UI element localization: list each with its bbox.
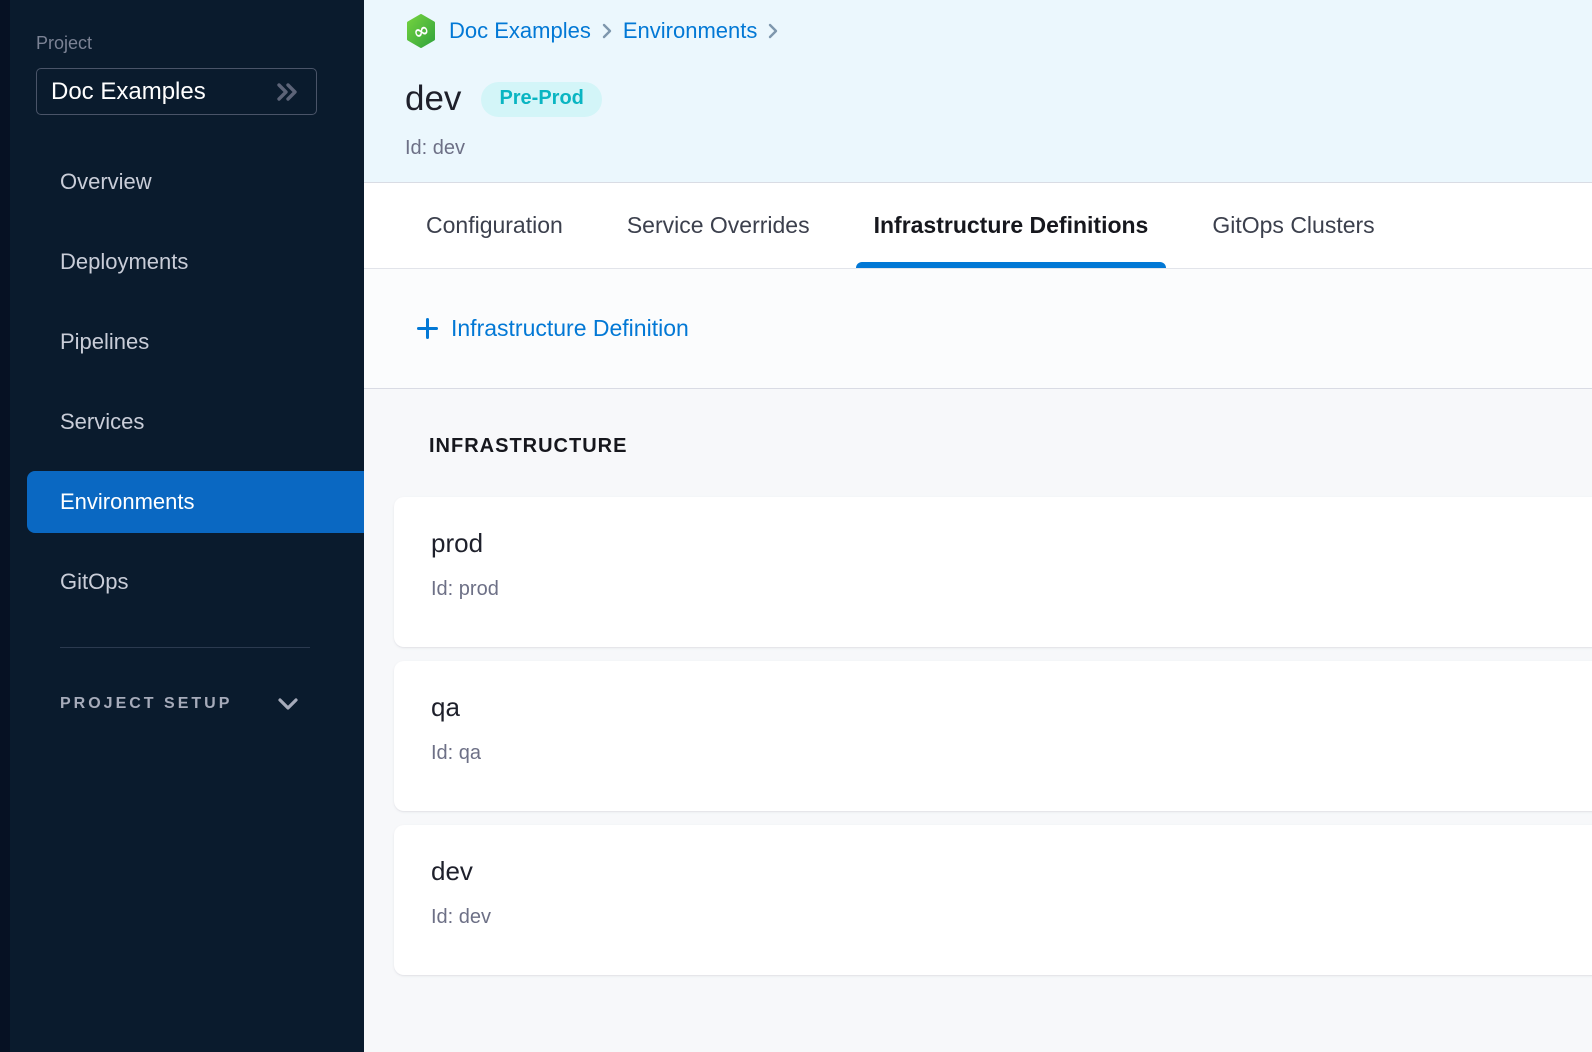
project-label: Project [36,33,364,54]
sidebar-item-gitops[interactable]: GitOps [0,551,364,613]
sidebar-item-environments[interactable]: Environments [27,471,364,533]
infra-card-id: Id: prod [431,578,1592,601]
add-button-label: Infrastructure Definition [451,315,689,342]
sidebar-nav: Overview Deployments Pipelines Services … [0,151,364,613]
project-setup-label: PROJECT SETUP [60,695,232,713]
sidebar-item-pipelines[interactable]: Pipelines [0,311,364,373]
infra-card-dev[interactable]: dev Id: dev [394,825,1592,975]
infrastructure-column-header: INFRASTRUCTURE [429,435,1592,458]
tab-configuration[interactable]: Configuration [408,183,581,268]
add-infrastructure-definition-button[interactable]: Infrastructure Definition [415,315,689,342]
page-header: ∞ Doc Examples Environments dev Pre-Prod… [364,0,1592,183]
env-id: Id: dev [405,137,1592,160]
sidebar: Project Doc Examples Overview Deployment… [0,0,364,1052]
tab-infrastructure-definitions[interactable]: Infrastructure Definitions [856,183,1167,268]
breadcrumb: ∞ Doc Examples Environments [405,14,1592,48]
chevron-down-icon [276,696,300,712]
infra-card-title: prod [431,528,1592,559]
sidebar-item-overview[interactable]: Overview [0,151,364,213]
infra-card-prod[interactable]: prod Id: prod [394,497,1592,647]
breadcrumb-link-environments[interactable]: Environments [623,18,758,44]
infra-card-id: Id: dev [431,906,1592,929]
chevron-double-right-icon[interactable] [275,81,301,103]
chevron-right-icon [601,22,613,40]
infrastructure-cards: prod Id: prod qa Id: qa dev Id: dev [394,497,1592,975]
infrastructure-list: INFRASTRUCTURE prod Id: prod qa Id: qa d… [364,389,1592,1052]
sidebar-item-deployments[interactable]: Deployments [0,231,364,293]
toolbar: Infrastructure Definition [364,269,1592,389]
chevron-right-icon [767,22,779,40]
project-selector-value: Doc Examples [51,78,206,106]
sidebar-item-services[interactable]: Services [0,391,364,453]
project-setup-toggle[interactable]: PROJECT SETUP [60,695,364,713]
title-row: dev Pre-Prod [405,79,1592,119]
infra-card-title: dev [431,856,1592,887]
tab-service-overrides[interactable]: Service Overrides [609,183,828,268]
infra-card-qa[interactable]: qa Id: qa [394,661,1592,811]
tab-gitops-clusters[interactable]: GitOps Clusters [1194,183,1392,268]
page-title: dev [405,79,461,119]
infra-card-id: Id: qa [431,742,1592,765]
sidebar-divider [60,647,310,648]
project-selector[interactable]: Doc Examples [36,68,317,115]
cd-module-icon: ∞ [405,14,437,48]
tabbar: Configuration Service Overrides Infrastr… [364,183,1592,269]
main-content: ∞ Doc Examples Environments dev Pre-Prod… [364,0,1592,1052]
plus-icon [415,316,440,341]
breadcrumb-link-project[interactable]: Doc Examples [449,18,591,44]
env-type-badge: Pre-Prod [481,82,601,117]
infra-card-title: qa [431,692,1592,723]
